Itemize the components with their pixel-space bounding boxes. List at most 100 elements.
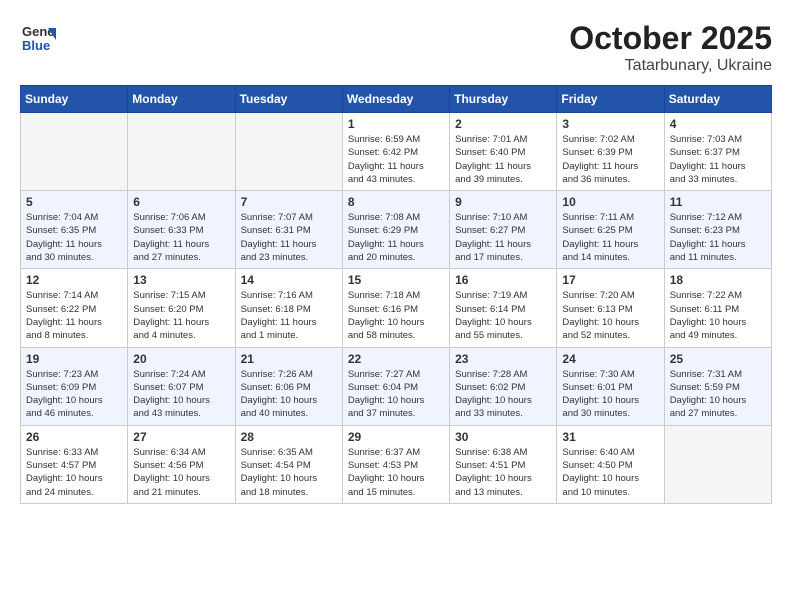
day-number: 30 (455, 430, 551, 444)
calendar-cell: 9 Sunrise: 7:10 AM Sunset: 6:27 PM Daylig… (450, 191, 557, 269)
calendar-cell (235, 113, 342, 191)
logo-icon: General Blue (20, 20, 56, 61)
page-header: General Blue October 2025 Tatarbunary, U… (20, 20, 772, 75)
day-info: Sunrise: 7:04 AM Sunset: 6:35 PM Dayligh… (26, 211, 122, 264)
day-info: Sunrise: 6:34 AM Sunset: 4:56 PM Dayligh… (133, 446, 229, 499)
weekday-header-saturday: Saturday (664, 86, 771, 113)
weekday-header-monday: Monday (128, 86, 235, 113)
calendar-cell: 8Sunrise: 7:08 AM Sunset: 6:29 PM Daylig… (342, 191, 449, 269)
calendar-cell: 10 Sunrise: 7:11 AM Sunset: 6:25 PM Dayli… (557, 191, 664, 269)
weekday-header-wednesday: Wednesday (342, 86, 449, 113)
day-info: Sunrise: 7:27 AM Sunset: 6:04 PM Dayligh… (348, 368, 444, 421)
month-title: October 2025 (569, 20, 772, 57)
calendar-week-row: 1Sunrise: 6:59 AM Sunset: 6:42 PM Daylig… (21, 113, 772, 191)
calendar-week-row: 19 Sunrise: 7:23 AM Sunset: 6:09 PM Dayli… (21, 347, 772, 425)
calendar-cell: 4 Sunrise: 7:03 AM Sunset: 6:37 PM Daylig… (664, 113, 771, 191)
day-info: Sunrise: 7:10 AM Sunset: 6:27 PM Dayligh… (455, 211, 551, 264)
calendar-cell: 18 Sunrise: 7:22 AM Sunset: 6:11 PM Dayli… (664, 269, 771, 347)
day-info: Sunrise: 7:11 AM Sunset: 6:25 PM Dayligh… (562, 211, 658, 264)
calendar-cell: 1Sunrise: 6:59 AM Sunset: 6:42 PM Daylig… (342, 113, 449, 191)
day-number: 13 (133, 273, 229, 287)
day-info: Sunrise: 7:16 AM Sunset: 6:18 PM Dayligh… (241, 289, 337, 342)
calendar-cell: 12 Sunrise: 7:14 AM Sunset: 6:22 PM Dayli… (21, 269, 128, 347)
day-info: Sunrise: 6:37 AM Sunset: 4:53 PM Dayligh… (348, 446, 444, 499)
day-info: Sunrise: 7:02 AM Sunset: 6:39 PM Dayligh… (562, 133, 658, 186)
day-info: Sunrise: 6:33 AM Sunset: 4:57 PM Dayligh… (26, 446, 122, 499)
day-info: Sunrise: 7:06 AM Sunset: 6:33 PM Dayligh… (133, 211, 229, 264)
weekday-header-row: SundayMondayTuesdayWednesdayThursdayFrid… (21, 86, 772, 113)
day-info: Sunrise: 6:59 AM Sunset: 6:42 PM Dayligh… (348, 133, 444, 186)
day-number: 9 (455, 195, 551, 209)
day-number: 16 (455, 273, 551, 287)
day-info: Sunrise: 7:24 AM Sunset: 6:07 PM Dayligh… (133, 368, 229, 421)
calendar-cell: 5Sunrise: 7:04 AM Sunset: 6:35 PM Daylig… (21, 191, 128, 269)
weekday-header-tuesday: Tuesday (235, 86, 342, 113)
weekday-header-thursday: Thursday (450, 86, 557, 113)
day-number: 15 (348, 273, 444, 287)
day-info: Sunrise: 7:19 AM Sunset: 6:14 PM Dayligh… (455, 289, 551, 342)
day-number: 3 (562, 117, 658, 131)
day-number: 14 (241, 273, 337, 287)
day-number: 12 (26, 273, 122, 287)
calendar-week-row: 26 Sunrise: 6:33 AM Sunset: 4:57 PM Dayli… (21, 425, 772, 503)
calendar-cell: 21Sunrise: 7:26 AM Sunset: 6:06 PM Dayli… (235, 347, 342, 425)
calendar-cell: 22 Sunrise: 7:27 AM Sunset: 6:04 PM Dayli… (342, 347, 449, 425)
day-info: Sunrise: 7:20 AM Sunset: 6:13 PM Dayligh… (562, 289, 658, 342)
day-info: Sunrise: 7:22 AM Sunset: 6:11 PM Dayligh… (670, 289, 766, 342)
calendar-cell: 24Sunrise: 7:30 AM Sunset: 6:01 PM Dayli… (557, 347, 664, 425)
calendar-cell (128, 113, 235, 191)
calendar-cell: 13 Sunrise: 7:15 AM Sunset: 6:20 PM Dayli… (128, 269, 235, 347)
weekday-header-friday: Friday (557, 86, 664, 113)
calendar-cell: 30 Sunrise: 6:38 AM Sunset: 4:51 PM Dayli… (450, 425, 557, 503)
calendar-cell: 14 Sunrise: 7:16 AM Sunset: 6:18 PM Dayli… (235, 269, 342, 347)
day-info: Sunrise: 7:07 AM Sunset: 6:31 PM Dayligh… (241, 211, 337, 264)
calendar-cell: 20 Sunrise: 7:24 AM Sunset: 6:07 PM Dayli… (128, 347, 235, 425)
day-number: 25 (670, 352, 766, 366)
calendar-cell: 19 Sunrise: 7:23 AM Sunset: 6:09 PM Dayli… (21, 347, 128, 425)
calendar-cell: 6 Sunrise: 7:06 AM Sunset: 6:33 PM Daylig… (128, 191, 235, 269)
day-info: Sunrise: 7:18 AM Sunset: 6:16 PM Dayligh… (348, 289, 444, 342)
calendar-cell: 7 Sunrise: 7:07 AM Sunset: 6:31 PM Daylig… (235, 191, 342, 269)
calendar-cell: 11 Sunrise: 7:12 AM Sunset: 6:23 PM Dayli… (664, 191, 771, 269)
day-number: 19 (26, 352, 122, 366)
day-info: Sunrise: 7:01 AM Sunset: 6:40 PM Dayligh… (455, 133, 551, 186)
calendar-week-row: 12 Sunrise: 7:14 AM Sunset: 6:22 PM Dayli… (21, 269, 772, 347)
calendar-cell: 2Sunrise: 7:01 AM Sunset: 6:40 PM Daylig… (450, 113, 557, 191)
day-info: Sunrise: 7:12 AM Sunset: 6:23 PM Dayligh… (670, 211, 766, 264)
calendar-cell: 25Sunrise: 7:31 AM Sunset: 5:59 PM Dayli… (664, 347, 771, 425)
calendar-week-row: 5Sunrise: 7:04 AM Sunset: 6:35 PM Daylig… (21, 191, 772, 269)
day-number: 4 (670, 117, 766, 131)
day-number: 11 (670, 195, 766, 209)
day-info: Sunrise: 7:23 AM Sunset: 6:09 PM Dayligh… (26, 368, 122, 421)
day-number: 29 (348, 430, 444, 444)
day-info: Sunrise: 7:28 AM Sunset: 6:02 PM Dayligh… (455, 368, 551, 421)
calendar-cell (664, 425, 771, 503)
svg-text:Blue: Blue (22, 38, 50, 53)
day-number: 22 (348, 352, 444, 366)
day-number: 20 (133, 352, 229, 366)
day-info: Sunrise: 7:30 AM Sunset: 6:01 PM Dayligh… (562, 368, 658, 421)
day-info: Sunrise: 6:35 AM Sunset: 4:54 PM Dayligh… (241, 446, 337, 499)
calendar-cell (21, 113, 128, 191)
day-info: Sunrise: 7:03 AM Sunset: 6:37 PM Dayligh… (670, 133, 766, 186)
calendar-cell: 15 Sunrise: 7:18 AM Sunset: 6:16 PM Dayli… (342, 269, 449, 347)
location-title: Tatarbunary, Ukraine (569, 57, 772, 75)
day-number: 8 (348, 195, 444, 209)
day-number: 7 (241, 195, 337, 209)
weekday-header-sunday: Sunday (21, 86, 128, 113)
calendar-cell: 28Sunrise: 6:35 AM Sunset: 4:54 PM Dayli… (235, 425, 342, 503)
calendar-cell: 23 Sunrise: 7:28 AM Sunset: 6:02 PM Dayli… (450, 347, 557, 425)
calendar-cell: 16 Sunrise: 7:19 AM Sunset: 6:14 PM Dayli… (450, 269, 557, 347)
day-number: 18 (670, 273, 766, 287)
day-info: Sunrise: 7:15 AM Sunset: 6:20 PM Dayligh… (133, 289, 229, 342)
title-block: October 2025 Tatarbunary, Ukraine (569, 20, 772, 75)
calendar-cell: 29 Sunrise: 6:37 AM Sunset: 4:53 PM Dayli… (342, 425, 449, 503)
day-info: Sunrise: 6:38 AM Sunset: 4:51 PM Dayligh… (455, 446, 551, 499)
day-number: 10 (562, 195, 658, 209)
day-number: 6 (133, 195, 229, 209)
calendar-cell: 31Sunrise: 6:40 AM Sunset: 4:50 PM Dayli… (557, 425, 664, 503)
day-number: 26 (26, 430, 122, 444)
day-info: Sunrise: 7:14 AM Sunset: 6:22 PM Dayligh… (26, 289, 122, 342)
day-number: 23 (455, 352, 551, 366)
day-number: 31 (562, 430, 658, 444)
